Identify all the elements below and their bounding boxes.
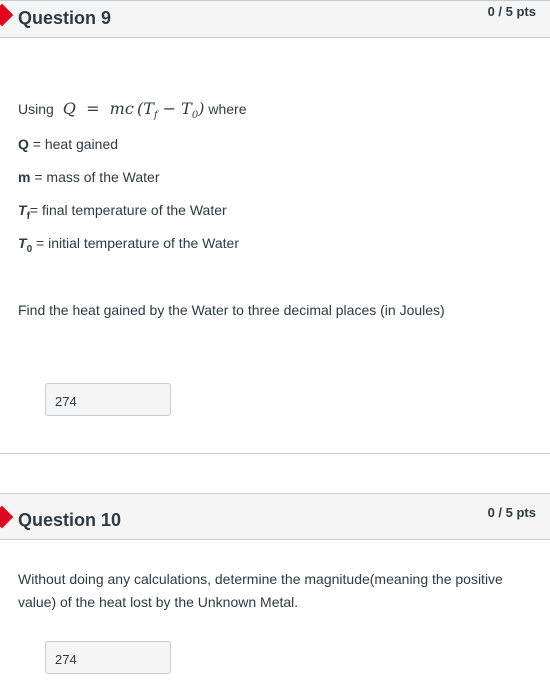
formula-intro: Using xyxy=(18,101,54,117)
definition-q: Q = heat gained xyxy=(18,136,118,152)
question-10-header: Question 10 0 / 5 pts xyxy=(0,493,550,540)
definition-symbol: Q xyxy=(18,136,29,152)
formula: Q = mc (Tf − T0) xyxy=(57,99,205,122)
question-10-prompt-line-2: value) of the heat lost by the Unknown M… xyxy=(18,594,299,610)
definition-text: = heat gained xyxy=(28,136,119,152)
question-flag-icon[interactable] xyxy=(0,505,14,529)
definition-text: = initial temperature of the Water xyxy=(32,235,239,251)
question-10-prompt-line-1: Without doing any calculations, determin… xyxy=(18,571,503,587)
question-flag-icon[interactable] xyxy=(0,3,14,27)
question-9-title: Question 9 xyxy=(18,8,112,28)
question-divider xyxy=(0,453,550,454)
question-9-points: 0 / 5 pts xyxy=(487,4,536,19)
definition-symbol: T xyxy=(18,202,27,218)
definition-symbol: T xyxy=(18,235,27,251)
question-9-prompt: Find the heat gained by the Water to thr… xyxy=(18,302,445,318)
question-9-header: Question 9 0 / 5 pts xyxy=(0,0,550,38)
definition-m: m = mass of the Water xyxy=(18,169,159,185)
definition-symbol: m xyxy=(18,169,31,185)
definition-t0: T0 = initial temperature of the Water xyxy=(18,235,239,255)
question-10-points: 0 / 5 pts xyxy=(487,505,536,520)
question-9-answer-field[interactable]: 274 xyxy=(45,383,171,416)
formula-where: where xyxy=(208,101,247,117)
question-10-answer-field[interactable]: 274 xyxy=(45,641,171,674)
formula-line: Using Q = mc (Tf − T0) where xyxy=(18,99,247,121)
definition-tf: Tf= final temperature of the Water xyxy=(18,202,227,222)
definition-text: = final temperature of the Water xyxy=(29,202,227,218)
definition-text: = mass of the Water xyxy=(30,169,160,185)
question-10-title: Question 10 xyxy=(18,510,122,530)
